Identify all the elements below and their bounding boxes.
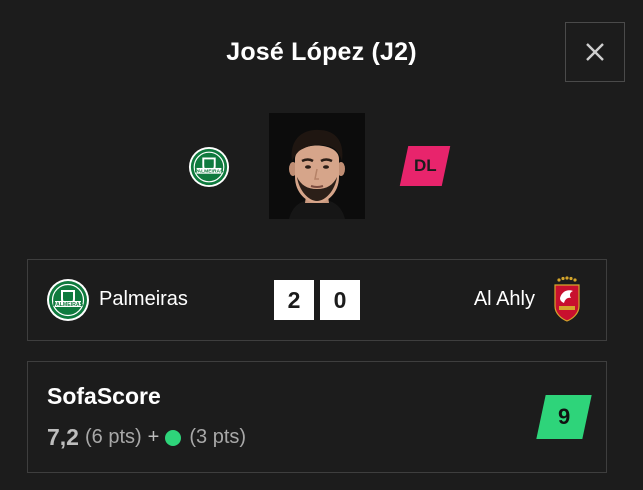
palmeiras-crest-icon: PALMEIRAS	[47, 279, 89, 321]
al-ahly-crest-icon	[554, 276, 580, 322]
svg-text:PALMEIRAS: PALMEIRAS	[195, 169, 224, 175]
rating-title: SofaScore	[47, 383, 161, 409]
position-badge: DL	[399, 146, 451, 186]
bonus-points: (3 pts)	[189, 426, 247, 448]
player-name-title: José López (J2)	[226, 38, 417, 66]
rating-breakdown: 7,2 (6 pts) + (3 pts)	[47, 424, 246, 451]
away-team-name: Al Ahly	[473, 288, 535, 310]
home-score: 2	[274, 280, 314, 320]
home-team-name: Palmeiras	[99, 288, 188, 310]
rating-badge: 9	[536, 395, 592, 439]
plus-sign: +	[147, 426, 160, 448]
close-icon	[586, 43, 604, 61]
bonus-dot-icon	[165, 429, 182, 446]
close-button[interactable]	[565, 22, 625, 82]
match-summary[interactable]: PALMEIRAS Palmeiras 2 0 Al Ahly	[27, 259, 607, 341]
base-points: (6 pts)	[84, 426, 142, 448]
away-score: 0	[320, 280, 360, 320]
rating-value: 7,2	[47, 424, 79, 450]
position-label: DL	[413, 156, 437, 175]
svg-text:PALMEIRAS: PALMEIRAS	[53, 302, 84, 308]
rating-panel: SofaScore 7,2 (6 pts) + (3 pts) 9	[27, 361, 607, 473]
player-photo	[269, 113, 365, 219]
rating-badge-value: 9	[557, 404, 571, 429]
palmeiras-crest-icon: PALMEIRAS	[188, 146, 230, 188]
